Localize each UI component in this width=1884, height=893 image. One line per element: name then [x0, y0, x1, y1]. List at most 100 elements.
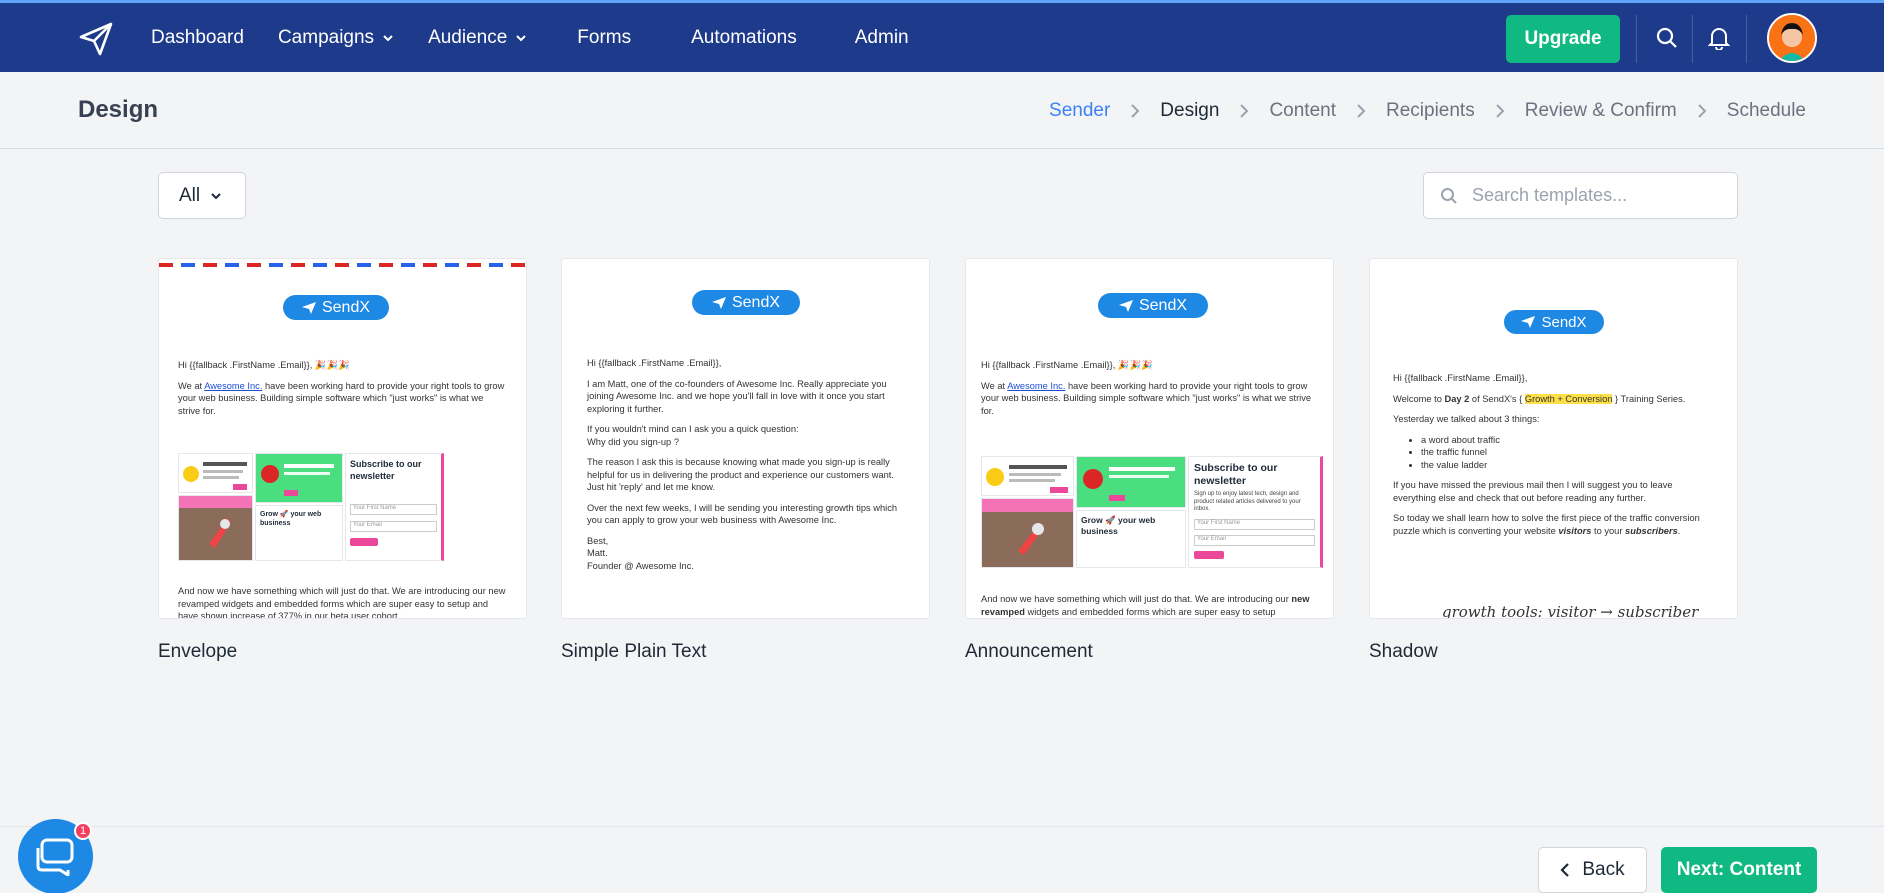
email-footer-text: And now we have something which will jus… [178, 586, 506, 619]
template-name-shadow: Shadow [1369, 641, 1438, 662]
next-content-button[interactable]: Next: Content [1661, 847, 1817, 893]
nav-divider [1636, 15, 1637, 63]
footer-post: widgets and embedded forms which are sup… [1024, 606, 1276, 617]
page-subheader: Design Sender Design Content Recipients … [0, 72, 1884, 149]
collage-field: Your Email [1194, 534, 1315, 546]
step-design[interactable]: Design [1160, 100, 1219, 122]
nav-dashboard-label: Dashboard [151, 26, 244, 48]
sendx-logo-text: SendX [1138, 296, 1188, 314]
email-paragraph: I am Matt, one of the co-founders of Awe… [587, 378, 887, 414]
template-name-envelope: Envelope [158, 641, 238, 662]
today-visitors: visitors [1558, 525, 1592, 536]
email-signoff-name: Matt. [587, 548, 608, 558]
collage-heading: Subscribe to our newsletter [350, 459, 422, 481]
email-preview-text: Hi {{fallback .FirstName .Email}}, I am … [587, 357, 909, 580]
widget-collage-image: Grow 🚀 your web business Subscribe to ou… [178, 453, 444, 561]
nav-automations[interactable]: Automations [691, 27, 797, 49]
email-company-link[interactable]: Awesome Inc. [1007, 381, 1065, 391]
nav-admin[interactable]: Admin [855, 27, 909, 49]
collage-field: Your First Name [1194, 518, 1315, 530]
sendx-logo: SendX [1504, 310, 1604, 334]
next-label: Next: Content [1676, 859, 1802, 880]
email-preview-text: Hi {{fallback .FirstName .Email}}, 🎉🎉🎉 W… [178, 360, 505, 416]
email-line1-pre: We at [178, 380, 205, 391]
paper-plane-icon [711, 296, 726, 309]
bell-icon[interactable] [1704, 23, 1734, 53]
today-end: . [1677, 525, 1681, 536]
back-button[interactable]: Back [1538, 847, 1647, 893]
step-content[interactable]: Content [1269, 100, 1336, 122]
collage-tile [981, 498, 1074, 568]
nav-forms-label: Forms [577, 26, 632, 48]
collage-subtext: Sign up to enjoy latest tech, design and… [1194, 491, 1301, 512]
paper-plane-logo-icon[interactable] [78, 21, 114, 57]
chevron-right-icon [1130, 104, 1140, 118]
category-filter-select[interactable]: All [158, 172, 246, 219]
email-greeting: Hi {{fallback .FirstName .Email}}, [178, 360, 313, 370]
template-name-simple-plain-text: Simple Plain Text [561, 641, 707, 662]
chat-bubble-icon [36, 838, 73, 876]
search-input[interactable] [1472, 185, 1722, 206]
step-schedule[interactable]: Schedule [1727, 100, 1806, 122]
collage-tile [1076, 456, 1186, 508]
list-item: the traffic funnel [1421, 446, 1718, 459]
nav-forms[interactable]: Forms [577, 27, 631, 49]
paper-plane-icon [1521, 316, 1536, 328]
wizard-steps: Sender Design Content Recipients Review … [1049, 100, 1806, 122]
template-search[interactable] [1423, 172, 1738, 219]
step-recipients[interactable]: Recipients [1386, 100, 1475, 122]
email-line1-pre: We at [981, 380, 1008, 391]
search-icon [1441, 187, 1457, 204]
collage-tile [255, 453, 343, 503]
nav-admin-label: Admin [854, 26, 909, 48]
footer-pre: And now we have something which will jus… [981, 594, 1292, 604]
template-card-envelope[interactable]: SendX Hi {{fallback .FirstName .Email}},… [158, 258, 527, 619]
widget-collage-image: Grow 🚀 your web business Subscribe to ou… [981, 456, 1323, 568]
collage-tile: Grow 🚀 your web business [1076, 510, 1186, 568]
step-review-confirm[interactable]: Review & Confirm [1525, 100, 1677, 122]
avatar[interactable] [1767, 13, 1817, 63]
nav-divider [1692, 15, 1693, 63]
sendx-logo: SendX [283, 295, 389, 320]
collage-heading-2: Grow 🚀 your web business [1081, 515, 1156, 536]
welcome-mid: of SendX's { [1469, 393, 1525, 404]
collage-button [350, 538, 378, 546]
sendx-logo-text: SendX [731, 293, 781, 311]
sendx-logo: SendX [692, 290, 800, 315]
email-company-link[interactable]: Awesome Inc. [204, 381, 262, 391]
email-greeting: Hi {{fallback .FirstName .Email}}, [587, 358, 722, 368]
email-greeting: Hi {{fallback .FirstName .Email}}, [1393, 373, 1528, 383]
upgrade-button[interactable]: Upgrade [1506, 15, 1620, 63]
airmail-border [159, 263, 526, 267]
chevron-right-icon [1239, 104, 1249, 118]
sendx-logo-text: SendX [1541, 313, 1587, 331]
welcome-bold: Day 2 [1444, 393, 1470, 404]
collage-heading-2: Grow 🚀 your web business [260, 511, 322, 527]
today-subscribers: subscribers [1625, 525, 1678, 536]
email-paragraph: The reason I ask this is because knowing… [587, 457, 894, 492]
nav-audience[interactable]: Audience [428, 27, 527, 49]
paper-plane-icon [1118, 299, 1133, 312]
list-item: a word about traffic [1421, 434, 1718, 447]
nav-audience-label: Audience [428, 26, 508, 48]
template-card-simple-plain-text[interactable]: SendX Hi {{fallback .FirstName .Email}},… [561, 258, 930, 619]
topic-list: a word about traffic the traffic funnel … [1393, 434, 1718, 472]
email-paragraph: Over the next few weeks, I will be sendi… [587, 502, 898, 526]
template-card-shadow[interactable]: SendX Hi {{fallback .FirstName .Email}},… [1369, 258, 1738, 619]
collage-field: Your Email [350, 521, 437, 532]
collage-heading: Subscribe to our newsletter [1194, 462, 1278, 487]
template-card-announcement[interactable]: SendX Hi {{fallback .FirstName .Email}},… [965, 258, 1334, 619]
nav-dashboard[interactable]: Dashboard [151, 27, 244, 49]
step-sender[interactable]: Sender [1049, 100, 1110, 122]
upgrade-label: Upgrade [1524, 28, 1602, 49]
today-to: to your [1591, 525, 1626, 536]
search-icon[interactable] [1652, 23, 1682, 53]
email-question-2: Why did you sign-up ? [587, 436, 679, 447]
welcome-highlight: Growth + Conversion [1524, 393, 1613, 404]
collage-tile [178, 495, 253, 561]
nav-campaigns[interactable]: Campaigns [278, 27, 394, 49]
back-label: Back [1582, 859, 1625, 880]
template-name-announcement: Announcement [965, 641, 1093, 662]
chevron-down-icon [383, 34, 393, 41]
collage-tile: Subscribe to our newsletter Sign up to e… [1188, 456, 1323, 568]
